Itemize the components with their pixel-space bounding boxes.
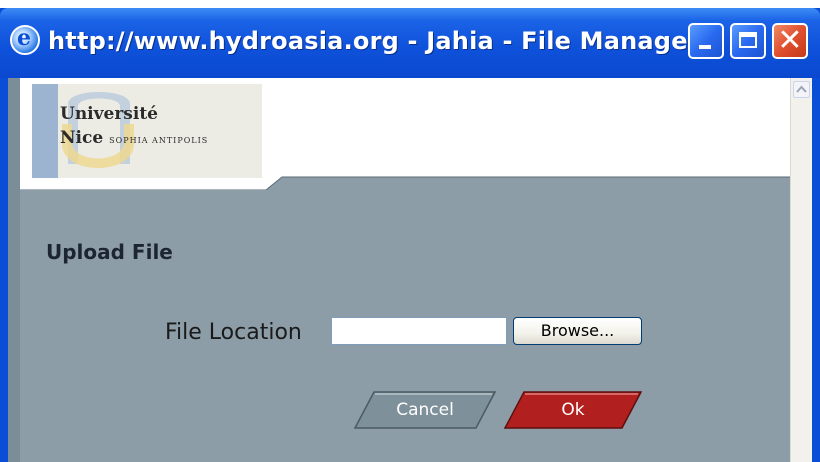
scroll-up-button[interactable] [793, 81, 810, 98]
ok-label: Ok [561, 400, 585, 420]
browser-window: e http://www.hydroasia.org - Jahia - Fil… [0, 8, 820, 462]
vertical-scrollbar[interactable] [790, 78, 812, 462]
minimize-icon [699, 45, 711, 49]
logo-nice: Nice [60, 128, 104, 148]
close-button[interactable]: ✕ [772, 23, 808, 59]
scroll-up-icon [796, 85, 807, 93]
browse-button[interactable]: Browse... [513, 317, 642, 345]
logo-line-2: Nice SOPHIA ANTIPOLIS [60, 128, 208, 148]
close-icon: ✕ [777, 23, 803, 58]
window-title: http://www.hydroasia.org - Jahia - File … [48, 27, 716, 55]
file-location-label: File Location [165, 320, 302, 345]
title-bar[interactable]: e http://www.hydroasia.org - Jahia - Fil… [0, 8, 820, 78]
cancel-label: Cancel [396, 400, 454, 420]
ie-page-icon: e [10, 25, 40, 55]
maximize-icon [739, 32, 757, 48]
minimize-button[interactable] [688, 23, 724, 59]
university-logo: Université Nice SOPHIA ANTIPOLIS [32, 84, 262, 178]
page-title: Upload File [46, 240, 173, 264]
ok-button[interactable]: Ok [504, 391, 642, 429]
logo-line-1: Université [60, 104, 158, 124]
cancel-button[interactable]: Cancel [354, 391, 496, 429]
file-location-input[interactable] [331, 317, 507, 345]
left-border [8, 78, 20, 462]
content-area: Université Nice SOPHIA ANTIPOLIS Upload F… [8, 78, 812, 462]
maximize-button[interactable] [730, 23, 766, 59]
logo-subtitle: SOPHIA ANTIPOLIS [109, 136, 209, 145]
